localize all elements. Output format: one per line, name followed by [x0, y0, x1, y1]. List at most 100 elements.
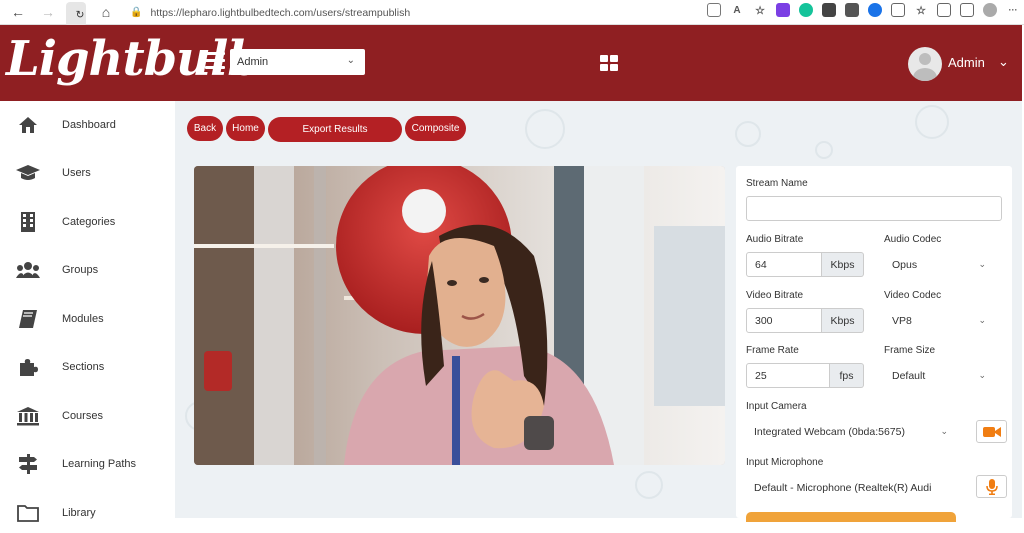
home-icon[interactable]: ⌂: [96, 2, 116, 22]
audio-bitrate-input[interactable]: 64: [746, 252, 822, 277]
background-doodle: [915, 105, 949, 139]
sidebar-item-label: Dashboard: [62, 119, 116, 131]
app-header: Lightbulb Admin ⌄ Admin ⌄: [0, 25, 1022, 101]
users-icon: [15, 259, 41, 281]
user-menu-chevron-icon[interactable]: ⌄: [998, 54, 1009, 70]
chevron-down-icon: ⌄: [346, 55, 355, 66]
sidebar-item-groups[interactable]: Groups: [0, 250, 175, 290]
video-bitrate-unit: Kbps: [822, 308, 864, 333]
microphone-toggle-button[interactable]: [976, 475, 1007, 498]
input-microphone-select[interactable]: Default - Microphone (Realtek(R) Audi: [746, 475, 956, 500]
sidebar-item-dashboard[interactable]: Dashboard: [0, 105, 175, 145]
url-text: https://lepharo.lightbulbedtech.com/user…: [150, 6, 411, 19]
institution-icon: [15, 405, 41, 427]
favorites-bar-icon[interactable]: ☆: [914, 3, 928, 17]
input-camera-label: Input Camera: [746, 401, 807, 412]
more-options-icon[interactable]: ···: [1006, 3, 1020, 17]
apps-grid-icon[interactable]: [600, 55, 618, 71]
input-camera-select[interactable]: Integrated Webcam (0bda:5675) ⌄: [746, 419, 956, 444]
frame-size-select[interactable]: Default ⌄: [884, 363, 994, 388]
read-aloud-icon[interactable]: A: [730, 3, 744, 17]
audio-bitrate-label: Audio Bitrate: [746, 234, 804, 245]
profile-icon[interactable]: [983, 3, 997, 17]
sidebar-item-courses[interactable]: Courses: [0, 396, 175, 436]
input-microphone-value: Default - Microphone (Realtek(R) Audi: [754, 481, 932, 494]
video-codec-value: VP8: [892, 314, 912, 327]
audio-codec-select[interactable]: Opus ⌄: [884, 252, 994, 277]
puzzle-extensions-icon[interactable]: [891, 3, 905, 17]
collections-icon[interactable]: [937, 3, 951, 17]
background-doodle: [735, 121, 761, 147]
sidebar-item-label: Learning Paths: [62, 458, 136, 470]
video-bitrate-label: Video Bitrate: [746, 290, 804, 301]
sidebar-item-categories[interactable]: Categories: [0, 202, 175, 242]
sidebar-item-sections[interactable]: Sections: [0, 347, 175, 387]
sidebar-item-learning-paths[interactable]: Learning Paths: [0, 444, 175, 484]
video-camera-icon: [982, 426, 1001, 437]
home-button[interactable]: Home: [226, 116, 265, 141]
camera-icon[interactable]: [707, 3, 721, 17]
back-button[interactable]: Back: [187, 116, 223, 141]
input-camera-value: Integrated Webcam (0bda:5675): [754, 425, 905, 438]
role-select[interactable]: Admin ⌄: [230, 49, 365, 75]
sidebar-item-label: Modules: [62, 313, 104, 325]
back-arrow-icon[interactable]: ←: [8, 2, 28, 22]
frame-rate-input[interactable]: 25: [746, 363, 830, 388]
chevron-down-icon: ⌄: [940, 426, 948, 436]
sidebar-item-label: Categories: [62, 216, 116, 228]
composite-button[interactable]: Composite: [405, 116, 466, 141]
export-results-button[interactable]: Export Results: [268, 117, 402, 142]
chevron-down-icon: ⌄: [978, 259, 986, 269]
lock-icon: 🔒: [130, 7, 143, 18]
sidebar-item-modules[interactable]: Modules: [0, 299, 175, 339]
forward-arrow-icon[interactable]: →: [38, 2, 58, 22]
extension-purple-icon[interactable]: [776, 3, 790, 17]
sidebar-item-label: Courses: [62, 410, 103, 422]
chevron-down-icon: ⌄: [978, 315, 986, 325]
signpost-icon: [15, 453, 41, 475]
role-select-value: Admin: [237, 56, 269, 68]
graduation-cap-icon: [15, 162, 41, 184]
user-name[interactable]: Admin: [948, 55, 985, 70]
frame-rate-unit: fps: [830, 363, 864, 388]
background-doodle: [635, 471, 663, 499]
audio-codec-value: Opus: [892, 258, 918, 271]
microphone-icon: [985, 478, 998, 495]
frame-rate-label: Frame Rate: [746, 345, 799, 356]
audio-bitrate-unit: Kbps: [822, 252, 864, 277]
video-codec-label: Video Codec: [884, 290, 942, 301]
camera-toggle-button[interactable]: [976, 420, 1007, 443]
sidebar-item-users[interactable]: Users: [0, 153, 175, 193]
address-bar[interactable]: 🔒 https://lepharo.lightbulbedtech.com/us…: [130, 3, 660, 22]
background-doodle: [815, 141, 833, 159]
puzzle-icon: [15, 356, 41, 378]
book-icon: [15, 308, 41, 330]
start-stream-button[interactable]: [746, 512, 956, 522]
video-bitrate-input[interactable]: 300: [746, 308, 822, 333]
extension-dark-icon[interactable]: [822, 3, 836, 17]
sidebar-item-label: Sections: [62, 361, 105, 373]
avatar[interactable]: [908, 47, 942, 81]
input-microphone-label: Input Microphone: [746, 457, 824, 468]
background-doodle: [525, 109, 565, 149]
building-icon: [15, 211, 41, 233]
browser-essentials-icon[interactable]: [960, 3, 974, 17]
hamburger-menu-icon[interactable]: [205, 52, 225, 70]
favorite-icon[interactable]: ☆: [753, 3, 767, 17]
reload-icon[interactable]: ↻: [66, 2, 86, 27]
extension-gray-icon[interactable]: [845, 3, 859, 17]
sidebar-item-label: Users: [62, 167, 91, 179]
audio-codec-label: Audio Codec: [884, 234, 942, 245]
sidebar: Dashboard Users Categories Groups Module…: [0, 101, 175, 522]
video-codec-select[interactable]: VP8 ⌄: [884, 308, 994, 333]
grammarly-icon[interactable]: [799, 3, 813, 17]
stream-name-input[interactable]: [746, 196, 1002, 221]
sidebar-item-label: Groups: [62, 264, 99, 276]
frame-size-value: Default: [892, 369, 926, 382]
stream-name-label: Stream Name: [746, 178, 808, 189]
chevron-down-icon: ⌄: [978, 370, 986, 380]
extension-blue-icon[interactable]: [868, 3, 882, 17]
home-icon: [15, 114, 41, 136]
browser-toolbar: ← → ↻ ⌂ 🔒 https://lepharo.lightbulbedtec…: [0, 0, 1024, 27]
sidebar-item-library[interactable]: Library: [0, 493, 175, 533]
